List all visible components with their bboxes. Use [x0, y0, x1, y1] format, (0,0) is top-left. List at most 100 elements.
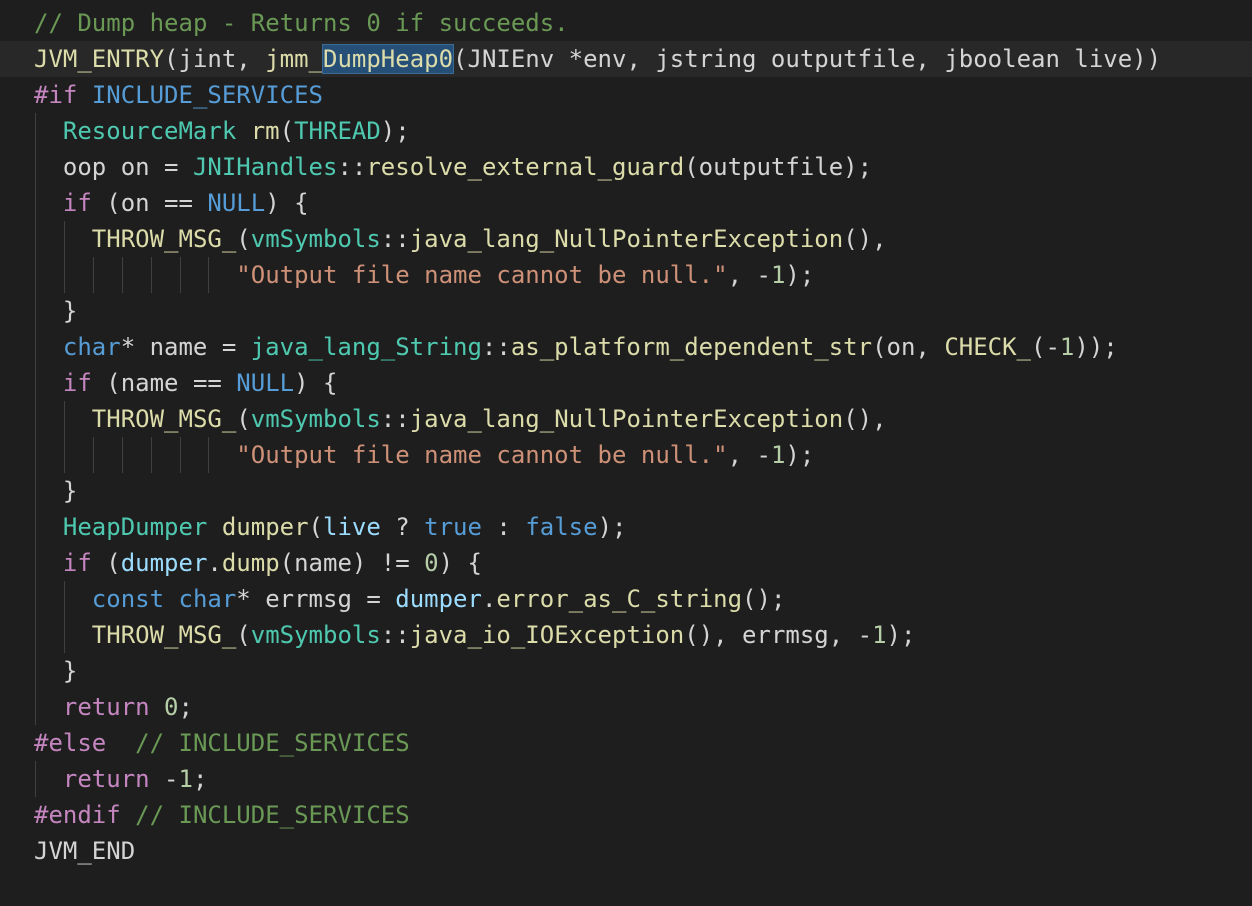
- code-token: ::: [337, 153, 367, 181]
- code-token: (on,: [872, 333, 945, 361]
- code-line[interactable]: #endif // INCLUDE_SERVICES: [0, 797, 1252, 833]
- code-token: * errmsg =: [236, 585, 396, 613]
- code-token: jmm_: [265, 45, 323, 73]
- code-text: THROW_MSG_(vmSymbols::java_lang_NullPoin…: [92, 221, 887, 257]
- code-token: "Output file name cannot be null.": [236, 261, 728, 289]
- code-token: ;: [178, 693, 193, 721]
- code-line[interactable]: HeapDumper dumper(live ? true : false);: [0, 509, 1252, 545]
- code-line[interactable]: }: [0, 473, 1252, 509]
- code-text: return -1;: [63, 761, 208, 797]
- code-line[interactable]: JVM_END: [0, 833, 1252, 869]
- code-line[interactable]: "Output file name cannot be null.", -1);: [0, 437, 1252, 473]
- code-token: vmSymbols: [250, 621, 381, 649]
- code-line[interactable]: }: [0, 293, 1252, 329]
- indent-guide: [35, 365, 36, 401]
- indent-guide: [35, 545, 36, 581]
- code-text: }: [63, 473, 77, 509]
- code-token: (),: [843, 225, 887, 253]
- indent-guide: [35, 617, 36, 653]
- code-token: (name) !=: [279, 549, 425, 577]
- code-line[interactable]: if (on == NULL) {: [0, 185, 1252, 221]
- indent-guide: [35, 689, 36, 725]
- code-token: (jint,: [164, 45, 266, 73]
- indent-guide: [35, 257, 36, 293]
- code-token: (), errmsg, -: [684, 621, 873, 649]
- indent-guide: [35, 437, 36, 473]
- code-token: ::: [380, 225, 410, 253]
- code-text: }: [63, 293, 77, 329]
- code-line[interactable]: const char* errmsg = dumper.error_as_C_s…: [0, 581, 1252, 617]
- code-text: THROW_MSG_(vmSymbols::java_lang_NullPoin…: [92, 401, 887, 437]
- code-token: ::: [380, 621, 410, 649]
- code-token: java_lang_NullPointerException: [409, 405, 844, 433]
- code-line[interactable]: THROW_MSG_(vmSymbols::java_lang_NullPoin…: [0, 401, 1252, 437]
- indent-guide: [208, 437, 210, 473]
- code-line[interactable]: #else // INCLUDE_SERVICES: [0, 725, 1252, 761]
- code-token: JVM_END: [34, 837, 136, 865]
- indent-guide: [35, 653, 36, 689]
- code-token: live: [323, 513, 381, 541]
- code-token: #else: [34, 729, 107, 757]
- indent-guide: [35, 761, 36, 797]
- code-line[interactable]: #if INCLUDE_SERVICES: [0, 77, 1252, 113]
- code-line[interactable]: // Dump heap - Returns 0 if succeeds.: [0, 5, 1252, 41]
- indent-guide: [35, 581, 36, 617]
- indent-guide: [63, 257, 65, 293]
- indent-guide: [208, 257, 210, 293]
- code-token: (JNIEnv *env, jstring outputfile, jboole…: [453, 45, 1162, 73]
- code-token: // INCLUDE_SERVICES: [135, 729, 410, 757]
- code-token: , -: [727, 261, 771, 289]
- code-line[interactable]: }: [0, 653, 1252, 689]
- code-token: 1: [178, 765, 193, 793]
- code-token: ();: [742, 585, 786, 613]
- code-token: char: [62, 333, 121, 361]
- code-text: if (dumper.dump(name) != 0) {: [63, 545, 482, 581]
- code-token: NULL: [236, 369, 295, 397]
- code-token: vmSymbols: [250, 405, 381, 433]
- code-token: ) {: [265, 189, 309, 217]
- code-token: ::: [481, 333, 511, 361]
- code-token: }: [62, 297, 78, 325]
- code-line[interactable]: oop on = JNIHandles::resolve_external_gu…: [0, 149, 1252, 185]
- code-line[interactable]: THROW_MSG_(vmSymbols::java_lang_NullPoin…: [0, 221, 1252, 257]
- code-line[interactable]: if (name == NULL) {: [0, 365, 1252, 401]
- code-token: java_lang_NullPointerException: [409, 225, 844, 253]
- code-token: rm: [250, 117, 280, 145]
- code-token: java_lang_String: [250, 333, 482, 361]
- code-token: ) {: [294, 369, 338, 397]
- code-token: resolve_external_guard: [366, 153, 685, 181]
- code-token: THREAD: [294, 117, 381, 145]
- code-text: if (name == NULL) {: [63, 365, 338, 401]
- code-token: );: [597, 513, 627, 541]
- code-token: (: [308, 513, 323, 541]
- indent-guide: [63, 581, 65, 617]
- code-line[interactable]: "Output file name cannot be null.", -1);: [0, 257, 1252, 293]
- code-text: JVM_END: [34, 833, 135, 869]
- code-text: #endif // INCLUDE_SERVICES: [34, 797, 410, 833]
- code-token: );: [785, 441, 815, 469]
- code-token: #if: [34, 81, 78, 109]
- code-line[interactable]: if (dumper.dump(name) != 0) {: [0, 545, 1252, 581]
- code-token: false: [525, 513, 598, 541]
- code-line[interactable]: return -1;: [0, 761, 1252, 797]
- code-token: (: [279, 117, 295, 145]
- code-text: HeapDumper dumper(live ? true : false);: [63, 509, 627, 545]
- code-line[interactable]: THROW_MSG_(vmSymbols::java_io_IOExceptio…: [0, 617, 1252, 653]
- code-line[interactable]: return 0;: [0, 689, 1252, 725]
- code-text: #if INCLUDE_SERVICES: [34, 77, 323, 113]
- code-line[interactable]: ResourceMark rm(THREAD);: [0, 113, 1252, 149]
- code-token: dumper: [221, 513, 309, 541]
- code-token: java_io_IOException: [409, 621, 685, 649]
- code-editor[interactable]: // Dump heap - Returns 0 if succeeds. JVM…: [0, 0, 1252, 906]
- code-token: return: [62, 765, 150, 793]
- code-token: ) {: [438, 549, 482, 577]
- indent-guide: [150, 437, 152, 473]
- code-token: (: [236, 405, 251, 433]
- code-line[interactable]: JVM_ENTRY(jint, jmm_DumpHeap0(JNIEnv *en…: [0, 41, 1252, 77]
- code-token: CHECK_: [944, 333, 1032, 361]
- code-line[interactable]: char* name = java_lang_String::as_platfo…: [0, 329, 1252, 365]
- code-token: INCLUDE_SERVICES: [91, 81, 323, 109]
